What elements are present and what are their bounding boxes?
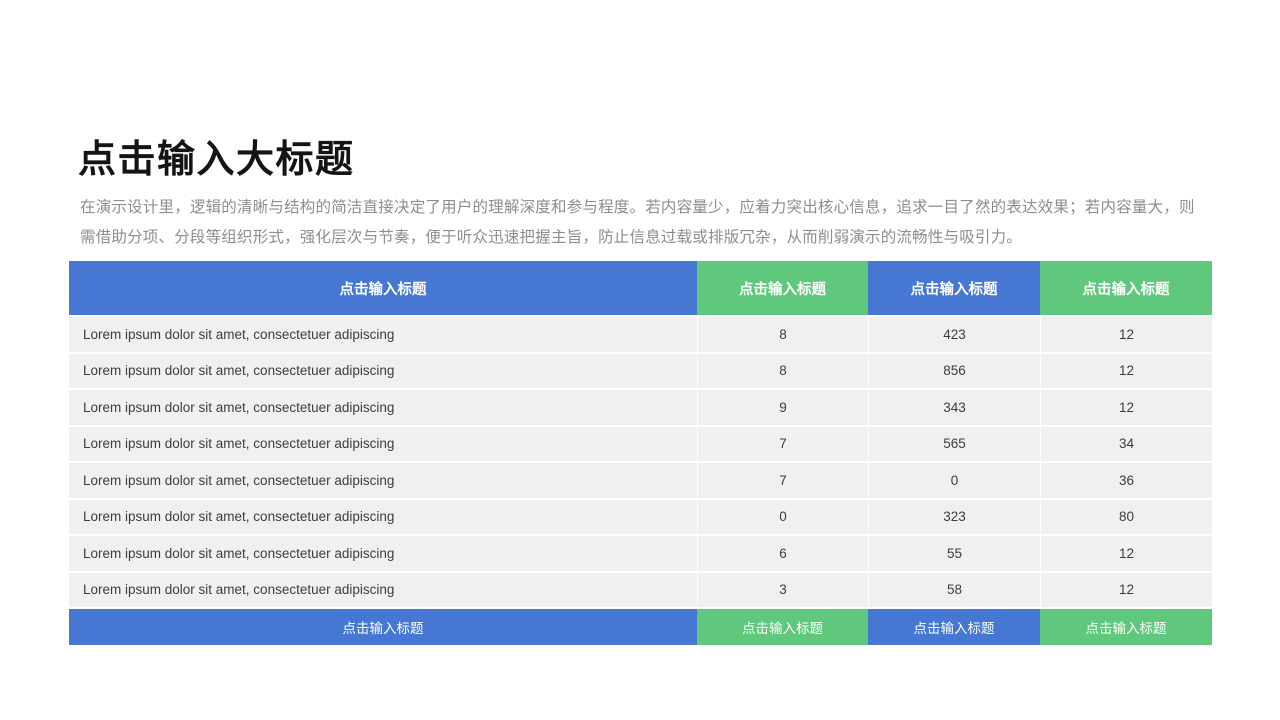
table-row: Lorem ipsum dolor sit amet, consectetuer… [69,573,1212,610]
row-label-cell: Lorem ipsum dolor sit amet, consectetuer… [69,463,697,500]
table-footer-cell[interactable]: 点击输入标题 [697,609,868,645]
row-value-cell: 343 [868,390,1040,427]
row-value-cell: 8 [697,354,868,391]
slide-title[interactable]: 点击输入大标题 [78,128,355,183]
table-row: Lorem ipsum dolor sit amet, consectetuer… [69,500,1212,537]
row-label-cell: Lorem ipsum dolor sit amet, consectetuer… [69,500,697,537]
table-row: Lorem ipsum dolor sit amet, consectetuer… [69,354,1212,391]
table-row: Lorem ipsum dolor sit amet, consectetuer… [69,463,1212,500]
table-footer-cell[interactable]: 点击输入标题 [868,609,1040,645]
table-row: Lorem ipsum dolor sit amet, consectetuer… [69,390,1212,427]
table-footer-row: 点击输入标题 点击输入标题 点击输入标题 点击输入标题 [69,609,1212,645]
row-value-cell: 7 [697,427,868,464]
row-value-cell: 3 [697,573,868,610]
row-value-cell: 80 [1040,500,1212,537]
row-value-cell: 55 [868,536,1040,573]
row-label-cell: Lorem ipsum dolor sit amet, consectetuer… [69,573,697,610]
table-row: Lorem ipsum dolor sit amet, consectetuer… [69,317,1212,354]
data-table: 点击输入标题 点击输入标题 点击输入标题 点击输入标题 Lorem ipsum … [69,261,1212,645]
table-header-cell[interactable]: 点击输入标题 [69,261,697,317]
table-row: Lorem ipsum dolor sit amet, consectetuer… [69,427,1212,464]
table-row: Lorem ipsum dolor sit amet, consectetuer… [69,536,1212,573]
table-header-row: 点击输入标题 点击输入标题 点击输入标题 点击输入标题 [69,261,1212,317]
row-value-cell: 12 [1040,354,1212,391]
row-value-cell: 34 [1040,427,1212,464]
row-value-cell: 8 [697,317,868,354]
row-value-cell: 6 [697,536,868,573]
row-value-cell: 58 [868,573,1040,610]
table-footer-cell[interactable]: 点击输入标题 [69,609,697,645]
row-value-cell: 12 [1040,536,1212,573]
row-value-cell: 12 [1040,390,1212,427]
row-value-cell: 36 [1040,463,1212,500]
row-label-cell: Lorem ipsum dolor sit amet, consectetuer… [69,317,697,354]
slide-body-paragraph: 在演示设计里，逻辑的清晰与结构的简洁直接决定了用户的理解深度和参与程度。若内容量… [80,193,1207,253]
row-value-cell: 423 [868,317,1040,354]
row-value-cell: 323 [868,500,1040,537]
row-value-cell: 7 [697,463,868,500]
row-value-cell: 12 [1040,573,1212,610]
row-value-cell: 0 [697,500,868,537]
row-value-cell: 12 [1040,317,1212,354]
table-header-cell[interactable]: 点击输入标题 [697,261,868,317]
table-footer-cell[interactable]: 点击输入标题 [1040,609,1212,645]
table-header-cell[interactable]: 点击输入标题 [868,261,1040,317]
row-label-cell: Lorem ipsum dolor sit amet, consectetuer… [69,427,697,464]
row-value-cell: 565 [868,427,1040,464]
row-label-cell: Lorem ipsum dolor sit amet, consectetuer… [69,390,697,427]
row-label-cell: Lorem ipsum dolor sit amet, consectetuer… [69,354,697,391]
row-value-cell: 856 [868,354,1040,391]
data-table-container: 点击输入标题 点击输入标题 点击输入标题 点击输入标题 Lorem ipsum … [69,261,1212,645]
row-value-cell: 9 [697,390,868,427]
table-header-cell[interactable]: 点击输入标题 [1040,261,1212,317]
row-label-cell: Lorem ipsum dolor sit amet, consectetuer… [69,536,697,573]
row-value-cell: 0 [868,463,1040,500]
